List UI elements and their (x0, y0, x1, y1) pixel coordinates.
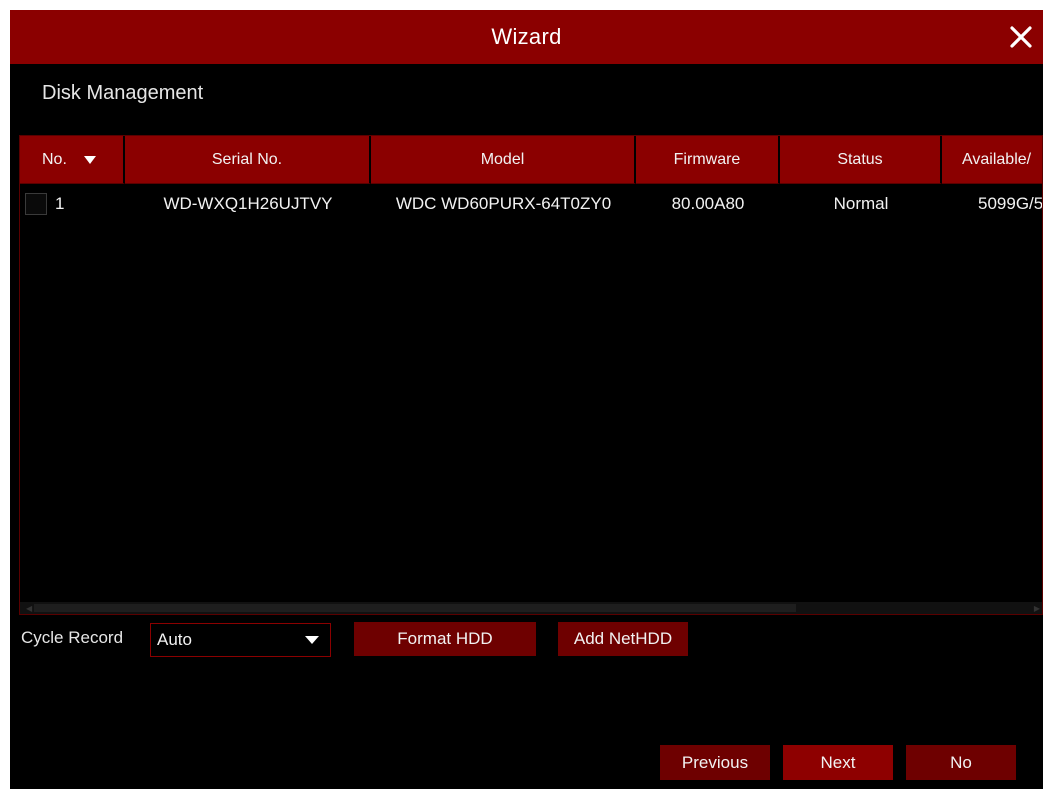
disk-table: No. Serial No. Model Firmware Status Ava… (19, 135, 1043, 615)
scrollbar-thumb[interactable] (34, 604, 796, 612)
window-title: Wizard (491, 24, 562, 49)
cell-available: 5099G/55 (978, 194, 1043, 213)
close-button[interactable] (1005, 19, 1037, 55)
column-header-available[interactable]: Available/ (942, 136, 1042, 184)
column-label-firmware: Firmware (673, 150, 741, 168)
cycle-record-value: Auto (157, 630, 192, 649)
row-checkbox[interactable] (25, 193, 47, 215)
cell-model: WDC WD60PURX-64T0ZY0 (395, 194, 612, 213)
cell-serial: WD-WXQ1H26UJTVY (163, 194, 333, 213)
column-label-serial: Serial No. (211, 150, 283, 168)
table-header: No. Serial No. Model Firmware Status Ava… (20, 136, 1042, 184)
table-row[interactable]: 1 WD-WXQ1H26UJTVY WDC WD60PURX-64T0ZY0 8… (20, 188, 1043, 220)
section-title: Disk Management (42, 82, 204, 104)
sort-down-icon (83, 155, 96, 164)
column-label-available: Available/ (962, 150, 1032, 168)
column-header-serial[interactable]: Serial No. (125, 136, 371, 184)
column-label-no: No. (42, 150, 67, 168)
next-button[interactable]: Next (783, 745, 893, 780)
title-bar: Wizard (10, 10, 1043, 64)
column-header-model[interactable]: Model (371, 136, 636, 184)
column-header-no[interactable]: No. (20, 136, 125, 184)
scroll-right-icon[interactable]: ▶ (1034, 604, 1040, 613)
no-button[interactable]: No (906, 745, 1016, 780)
column-header-firmware[interactable]: Firmware (636, 136, 780, 184)
chevron-down-icon (305, 636, 319, 644)
close-icon (1010, 26, 1032, 48)
wizard-window: Wizard Disk Management No. Serial No. Mo… (10, 10, 1043, 789)
column-label-status: Status (837, 150, 883, 168)
cell-status: Normal (833, 194, 889, 213)
column-header-status[interactable]: Status (780, 136, 942, 184)
cycle-record-label: Cycle Record (21, 628, 124, 647)
column-label-model: Model (480, 150, 525, 168)
cell-no: 1 (20, 188, 125, 220)
horizontal-scrollbar[interactable]: ◀ ▶ (20, 602, 1042, 614)
cell-firmware: 80.00A80 (671, 194, 745, 213)
previous-button[interactable]: Previous (660, 745, 770, 780)
format-hdd-button[interactable]: Format HDD (354, 622, 536, 656)
cycle-record-select[interactable]: Auto (150, 623, 331, 657)
row-number: 1 (55, 194, 65, 213)
scroll-left-icon[interactable]: ◀ (26, 604, 32, 613)
add-nethdd-button[interactable]: Add NetHDD (558, 622, 688, 656)
